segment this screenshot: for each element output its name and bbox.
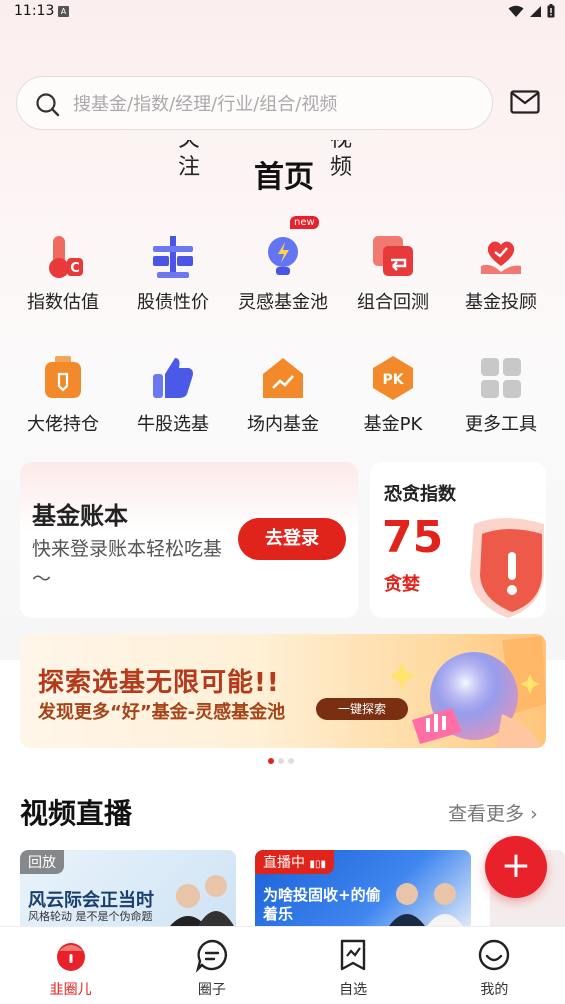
tool-label: 指数估值 [27,292,99,313]
live-tag-label: 直播中 [263,855,305,871]
thermometer-icon: C [39,232,87,280]
home-leek-icon [53,937,89,973]
lightbulb-icon [259,232,307,280]
nav-profile[interactable]: 我的 [424,927,565,1004]
add-post-button[interactable]: + [485,836,547,898]
tab-video[interactable]: 视 频 [330,140,360,192]
pagination-dot-active [268,758,274,764]
nav-watchlist[interactable]: 自选 [283,927,424,1004]
new-badge: new [290,216,319,229]
house-chart-icon [259,354,307,402]
fear-greed-state: 贪婪 [384,574,420,595]
pagination-dot [288,758,294,764]
video-card-live[interactable]: 直播中 ▮▯▮ 为啥投固收+的偷着乐 [255,850,471,926]
banner-pagination [268,758,294,764]
fear-greed-title: 恐贪指数 [384,484,456,505]
thumb-up-icon [149,354,197,402]
search-bar[interactable] [16,76,493,130]
tab-follow[interactable]: 关 注 [178,140,208,192]
banner-subtitle: 发现更多“好”基金-灵感基金池 [38,702,286,723]
chat-bubble-icon [194,937,230,973]
video-card-subtitle: 风格轮动 是不是个伪命题 [28,910,153,923]
tool-label: 灵感基金池 [238,292,328,313]
tool-exchange-funds[interactable]: 场内基金 [228,354,338,436]
tool-label: 场内基金 [247,414,319,435]
tool-more-tools[interactable]: 更多工具 [446,354,556,436]
tool-label: 牛股选基 [137,414,209,435]
tool-portfolio-backtest[interactable]: 组合回测 [338,232,448,314]
presenter-photo [389,883,463,926]
bookmark-chart-icon [335,937,371,973]
tool-label: 基金投顾 [465,292,537,313]
nav-home[interactable]: 韭圈儿 [0,927,141,1004]
tool-index-valuation[interactable]: C 指数估值 [8,232,118,314]
tab-follow-char-1: 关 [178,140,208,154]
fund-ledger-subtitle: 快来登录账本轻松吃基～ [32,538,223,590]
chevron-right-icon: › [530,803,538,825]
tool-fund-pk[interactable]: PK 基金PK [338,354,448,436]
live-bars-icon: ▮▯▮ [309,859,326,870]
tool-label: 基金PK [363,414,423,435]
banner-title: 探索选基无限可能!! [38,668,280,698]
view-more-link[interactable]: 查看更多 › [448,799,538,826]
bag-icon [39,354,87,402]
tool-stock-bond[interactable]: 股债性价 [118,232,228,314]
nav-circle[interactable]: 圈子 [141,927,282,1004]
signal-icon [530,5,541,17]
tool-label: 大佬持仓 [27,414,99,435]
smiley-icon [476,937,512,973]
tab-follow-char-2: 注 [178,155,201,180]
tool-label: 股债性价 [137,292,209,313]
bottom-navigation: 韭圈儿 圈子 自选 我的 [0,926,565,1004]
replay-tag: 回放 [20,850,64,874]
nav-label: 韭圈儿 [49,982,92,998]
heart-hand-icon [477,232,525,280]
promo-banner[interactable]: 探索选基无限可能!! 发现更多“好”基金-灵感基金池 一键探索 [20,634,546,748]
nav-label: 圈子 [197,982,226,998]
tab-home[interactable]: 首页 [254,152,314,196]
tool-bull-stock-pick[interactable]: 牛股选基 [118,354,228,436]
tab-video-char-2: 频 [330,155,353,180]
status-icons [508,4,555,18]
tool-label: 组合回测 [357,292,429,313]
video-card-title: 为啥投固收+的偷着乐 [263,886,381,923]
mail-icon[interactable] [510,90,540,114]
video-card-replay[interactable]: 回放 风云际会正当时 风格轮动 是不是个伪命题 [20,850,236,926]
svg-text:PK: PK [382,372,404,388]
backtest-icon [369,232,417,280]
fund-ledger-card[interactable]: 基金账本 快来登录账本轻松吃基～ 去登录 [20,462,358,618]
fund-ledger-title: 基金账本 [32,502,128,530]
crystal-ball-illustration [392,636,546,748]
login-button[interactable]: 去登录 [238,518,346,560]
wifi-icon [508,5,524,17]
tool-label: 更多工具 [465,414,537,435]
view-more-label: 查看更多 [448,803,525,825]
tool-inspiration-pool[interactable]: 灵感基金池 [228,232,338,314]
search-input[interactable] [73,90,473,118]
presenter-photo [170,875,234,926]
svg-text:C: C [70,261,80,276]
fear-greed-value: 75 [382,512,444,563]
fear-greed-card[interactable]: 恐贪指数 75 贪婪 [370,462,546,618]
pagination-dot [278,758,284,764]
tool-big-holders[interactable]: 大佬持仓 [8,354,118,436]
nav-label: 我的 [480,982,509,998]
nav-label: 自选 [339,982,368,998]
balance-scale-icon [149,232,197,280]
tab-video-char-1: 视 [330,140,360,154]
status-time: 11:13 [14,3,55,19]
status-bar: 11:13 A [0,0,565,26]
notification-icon: A [58,6,69,17]
tool-fund-advisor[interactable]: 基金投顾 [446,232,556,314]
live-tag: 直播中 ▮▯▮ [255,850,334,874]
shield-warning-icon [470,518,544,618]
grid-icon [477,354,525,402]
search-icon [36,93,60,117]
battery-icon [547,4,555,18]
video-section-title: 视频直播 [20,797,133,830]
pk-icon: PK [369,354,417,402]
